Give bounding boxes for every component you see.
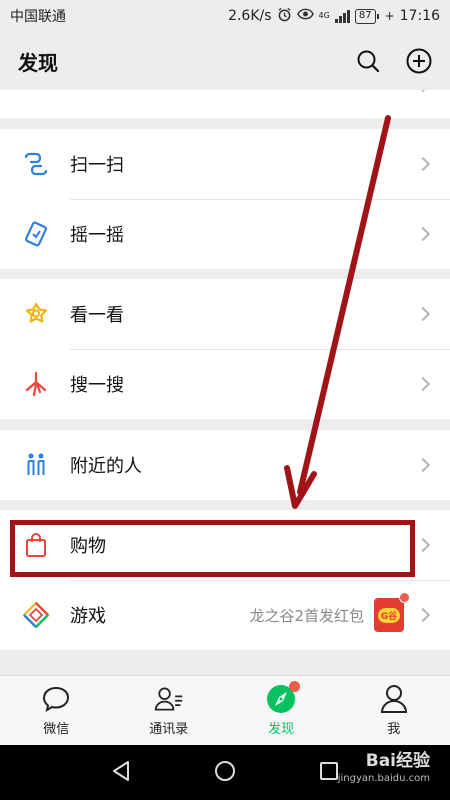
charging-icon: + [384,9,395,23]
shake-icon [22,220,50,248]
page-title: 发现 [18,50,58,75]
discover-icon [266,681,301,714]
tab-chats[interactable]: 微信 [0,676,113,745]
app-header: 发现 [0,32,450,90]
scrolled-row[interactable] [0,90,450,120]
list-item-search-star[interactable]: 搜一搜 [0,349,450,419]
home-icon[interactable] [214,760,236,786]
list-item-games[interactable]: 游戏 龙之谷2首发红包 G谷 [0,580,450,650]
people-nearby-icon [22,451,50,479]
chevron-right-icon [415,607,431,623]
search-star-icon [22,370,50,398]
plus-circle-icon[interactable] [406,48,432,74]
recents-icon[interactable] [319,761,339,785]
status-bar: 中国联通 2.6K/s 4G 87 + 17:16 [0,0,450,32]
tab-label: 发现 [268,722,295,737]
clock-time: 17:16 [399,8,440,24]
notification-dot [289,681,301,692]
discover-list[interactable]: 扫一扫 摇一摇 看一看 搜一搜 附近的人 购物 游戏 龙之谷2首发红包 G谷 [0,90,450,675]
shopping-bag-icon [22,531,50,559]
notification-dot [399,592,410,603]
network-speed: 2.6K/s [228,8,272,24]
watermark-brand: Bai经验 [365,751,430,771]
alarm-icon [277,7,292,26]
tab-contacts[interactable]: 通讯录 [113,676,226,745]
list-item-label: 游戏 [70,606,106,627]
list-item-people-nearby[interactable]: 附近的人 [0,430,450,500]
tab-discover[interactable]: 发现 [225,676,338,745]
scan-icon [22,150,50,178]
group-top-search: 看一看 搜一搜 [0,279,450,419]
group-nearby: 附近的人 [0,430,450,500]
list-item-scan[interactable]: 扫一扫 [0,129,450,199]
red-packet-badge: G谷 [374,592,410,632]
network-type: 4G [318,11,330,20]
list-item-label: 搜一搜 [70,375,124,396]
tab-bar: 微信 通讯录 发现 我 [0,675,450,745]
tab-label: 微信 [43,722,70,737]
list-item-label: 扫一扫 [70,155,124,176]
list-item-label: 看一看 [70,305,124,326]
list-item-label: 附近的人 [70,456,142,477]
watermark: Bai经验 jingyan.baidu.com [338,752,430,788]
me-icon [379,684,409,714]
list-item-shake[interactable]: 摇一摇 [0,199,450,269]
red-packet-text: G谷 [377,607,401,623]
tab-label: 通讯录 [149,722,189,737]
chevron-right-icon [415,90,431,93]
game-promo-text: 龙之谷2首发红包 [249,606,364,625]
back-icon[interactable] [111,760,131,786]
list-item-top-stories[interactable]: 看一看 [0,279,450,349]
chat-icon [41,684,71,714]
carrier-text: 中国联通 [10,9,66,25]
watermark-url: jingyan.baidu.com [337,773,430,784]
top-stories-icon [22,300,50,328]
eye-icon [296,8,314,24]
scrolled-group [0,90,450,118]
tab-me[interactable]: 我 [338,676,450,745]
list-item-shopping[interactable]: 购物 [0,510,450,580]
list-item-label: 购物 [70,536,106,557]
signal-icon [334,9,350,23]
list-item-label: 摇一摇 [70,225,124,246]
search-icon[interactable] [356,49,380,73]
contacts-icon [154,684,184,714]
games-icon [22,601,50,629]
battery-level: 87 [354,8,379,24]
tab-label: 我 [387,722,401,737]
group-scan-shake: 扫一扫 摇一摇 [0,129,450,269]
group-shop-games: 购物 游戏 龙之谷2首发红包 G谷 [0,510,450,650]
